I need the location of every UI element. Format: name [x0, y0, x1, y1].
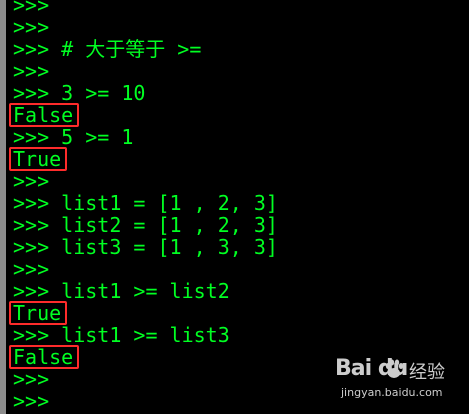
watermark-brand-text: 经验 [409, 362, 445, 383]
highlighted-result: True [8, 301, 68, 325]
highlighted-result: False [8, 103, 80, 127]
console-line: >>> # 大于等于 >= [13, 37, 202, 61]
terminal-window[interactable]: >>> >>> >>> # 大于等于 >= >>> >>> 3 >= 10 False >>… [0, 0, 469, 414]
console-line: >>> list1 >= list2 [13, 279, 230, 303]
console-line: >>> [13, 257, 50, 281]
console-output: >>> >>> >>> # 大于等于 >= >>> >>> 3 >= 10 False >>… [8, 0, 278, 413]
console-line: >>> [13, 0, 50, 17]
highlighted-result: False [8, 345, 80, 369]
console-result-line: False [8, 103, 278, 127]
paw-icon [385, 359, 404, 378]
console-line: >>> 3 >= 10 [13, 81, 146, 105]
console-line: >>> [13, 15, 50, 39]
console-line: >>> [13, 169, 50, 193]
highlighted-result: True [8, 147, 68, 171]
console-line: >>> [13, 389, 50, 413]
baidu-jingyan-watermark: Bai du 经验 jingyan.baidu.com [335, 356, 455, 404]
watermark-url: jingyan.baidu.com [341, 386, 443, 399]
console-line: >>> [13, 59, 50, 83]
console-line: >>> list2 = [1 , 2, 3] [13, 213, 278, 237]
console-result-line: False [8, 345, 278, 369]
console-result-line: True [8, 147, 278, 171]
console-line: >>> list1 >= list3 [13, 323, 230, 347]
window-left-border [0, 0, 6, 414]
console-line: >>> list3 = [1 , 3, 3] [13, 235, 278, 259]
console-line: >>> 5 >= 1 [13, 125, 134, 149]
console-result-line: True [8, 301, 278, 325]
console-line: >>> [13, 367, 50, 391]
console-line: >>> list1 = [1 , 2, 3] [13, 191, 278, 215]
